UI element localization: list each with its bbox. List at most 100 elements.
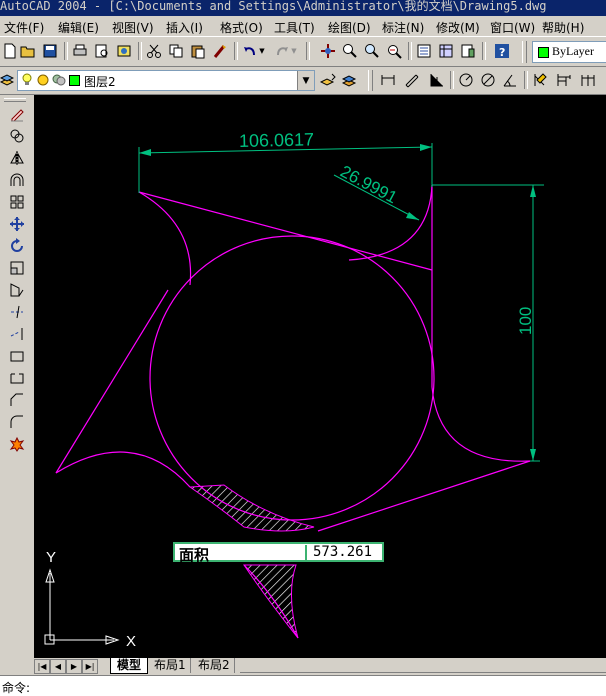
continue-dimension-icon[interactable]	[578, 70, 598, 90]
make-object-layer-current-icon[interactable]	[318, 70, 338, 90]
window-title: AutoCAD 2004 - [C:\Documents and Setting…	[0, 0, 547, 13]
angular-dimension-icon[interactable]	[500, 70, 520, 90]
match-properties-icon[interactable]	[210, 41, 230, 61]
menu-modify[interactable]: 修改(M)	[436, 19, 480, 36]
drawing-area[interactable]: 106.0617 26.9991 100 Y X 面积 573.261	[34, 95, 606, 658]
paste-icon[interactable]	[188, 41, 208, 61]
zoom-previous-icon[interactable]	[384, 41, 404, 61]
chamfer-icon[interactable]	[7, 390, 27, 410]
hatch-region-upper[interactable]	[188, 484, 315, 532]
design-center-icon[interactable]	[436, 41, 456, 61]
color-control-value: ByLayer	[552, 44, 594, 58]
publish-icon[interactable]	[114, 41, 134, 61]
zoom-window-icon[interactable]	[362, 41, 382, 61]
next-tab-icon[interactable]: ▶	[66, 659, 82, 674]
print-icon[interactable]	[70, 41, 90, 61]
tab-layout1[interactable]: 布局1	[150, 658, 191, 673]
menu-edit[interactable]: 编辑(E)	[58, 19, 99, 36]
trim-icon[interactable]	[7, 302, 27, 322]
array-icon[interactable]	[7, 192, 27, 212]
fillet-icon[interactable]	[7, 412, 27, 432]
cut-icon[interactable]	[144, 41, 164, 61]
open-icon[interactable]	[18, 41, 38, 61]
move-icon[interactable]	[7, 214, 27, 234]
layout-tabs-bar: |◀ ◀ ▶ ▶| 模型 布局1 布局2	[0, 658, 606, 675]
prev-tab-icon[interactable]: ◀	[50, 659, 66, 674]
tool-palettes-icon[interactable]	[458, 41, 478, 61]
redo-dropdown-icon[interactable]: ▼	[288, 41, 300, 61]
menu-dimension[interactable]: 标注(N)	[382, 19, 424, 36]
first-tab-icon[interactable]: |◀	[34, 659, 50, 674]
quick-dimension-icon[interactable]	[530, 70, 550, 90]
extend-icon[interactable]	[7, 324, 27, 344]
menu-file[interactable]: 文件(F)	[4, 19, 44, 36]
scale-icon[interactable]	[7, 258, 27, 278]
edge-left[interactable]	[55, 289, 169, 474]
offset-icon[interactable]	[7, 170, 27, 190]
diameter-dimension-icon[interactable]	[478, 70, 498, 90]
undo-dropdown-icon[interactable]: ▼	[256, 41, 268, 61]
copy-icon[interactable]	[166, 41, 186, 61]
plot-preview-icon[interactable]	[92, 41, 112, 61]
layer-color-swatch	[69, 75, 80, 86]
menu-insert[interactable]: 插入(I)	[166, 19, 203, 36]
tabs-divider	[240, 672, 606, 673]
last-tab-icon[interactable]: ▶|	[82, 659, 98, 674]
ucs-y-label: Y	[46, 549, 56, 566]
menu-help[interactable]: 帮助(H)	[542, 19, 584, 36]
lightbulb-icon	[21, 73, 33, 90]
arc-left[interactable]	[55, 451, 191, 488]
main-circle[interactable]	[149, 235, 435, 521]
menu-view[interactable]: 视图(V)	[112, 19, 154, 36]
copy-object-icon[interactable]	[7, 126, 27, 146]
layer-manager-icon[interactable]	[0, 70, 14, 90]
new-icon[interactable]	[0, 41, 20, 61]
rotate-icon[interactable]	[7, 236, 27, 256]
edge-bottom[interactable]	[317, 460, 531, 532]
linear-dimension-icon[interactable]	[378, 70, 398, 90]
area-tooltip-value: 573.261	[313, 544, 373, 560]
baseline-dimension-icon[interactable]	[554, 70, 574, 90]
lock-icon	[52, 73, 66, 90]
break-at-point-icon[interactable]	[7, 368, 27, 388]
area-tooltip-label: 面积	[179, 546, 210, 564]
aligned-dimension-icon[interactable]	[402, 70, 422, 90]
pan-realtime-icon[interactable]	[318, 41, 338, 61]
dimension-angled-text: 26.9991	[337, 162, 400, 208]
dimension-angled[interactable]: 26.9991	[333, 162, 420, 221]
ucs-icon: Y X	[44, 549, 136, 650]
help-icon[interactable]: ?	[492, 41, 512, 61]
radius-dimension-icon[interactable]	[456, 70, 476, 90]
ordinate-dimension-icon[interactable]	[426, 70, 446, 90]
color-swatch	[538, 47, 549, 58]
layer-dropdown-arrow-icon[interactable]: ▼	[297, 71, 314, 90]
layer-control[interactable]: 图层2 ▼	[17, 70, 315, 91]
command-prompt: 命令:	[2, 681, 31, 695]
menu-tools[interactable]: 工具(T)	[274, 19, 315, 36]
color-control[interactable]: ByLayer	[532, 41, 606, 63]
ucs-x-label: X	[126, 633, 136, 650]
save-icon[interactable]	[40, 41, 60, 61]
stretch-icon[interactable]	[7, 280, 27, 300]
area-tooltip-divider	[305, 545, 307, 561]
layers-toolbar: 图层2 ▼	[0, 67, 606, 95]
command-line[interactable]: 命令:	[0, 675, 606, 696]
menu-format[interactable]: 格式(O)	[220, 19, 263, 36]
layer-previous-icon[interactable]	[340, 70, 360, 90]
erase-icon[interactable]	[7, 104, 27, 124]
menu-draw[interactable]: 绘图(D)	[328, 19, 371, 36]
dimension-right[interactable]: 100	[432, 184, 544, 462]
tab-layout2[interactable]: 布局2	[194, 658, 235, 673]
layer-name: 图层2	[84, 75, 116, 89]
arc-top-left[interactable]	[138, 191, 192, 286]
zoom-realtime-icon[interactable]	[340, 41, 360, 61]
break-icon[interactable]	[7, 346, 27, 366]
dimension-right-text: 100	[516, 307, 535, 335]
mirror-icon[interactable]	[7, 148, 27, 168]
menu-window[interactable]: 窗口(W)	[490, 19, 535, 36]
explode-icon[interactable]	[7, 434, 27, 454]
properties-icon[interactable]	[414, 41, 434, 61]
tab-model[interactable]: 模型	[110, 658, 149, 674]
hatch-region-lower[interactable]	[243, 564, 299, 639]
arc-right[interactable]	[431, 386, 531, 462]
